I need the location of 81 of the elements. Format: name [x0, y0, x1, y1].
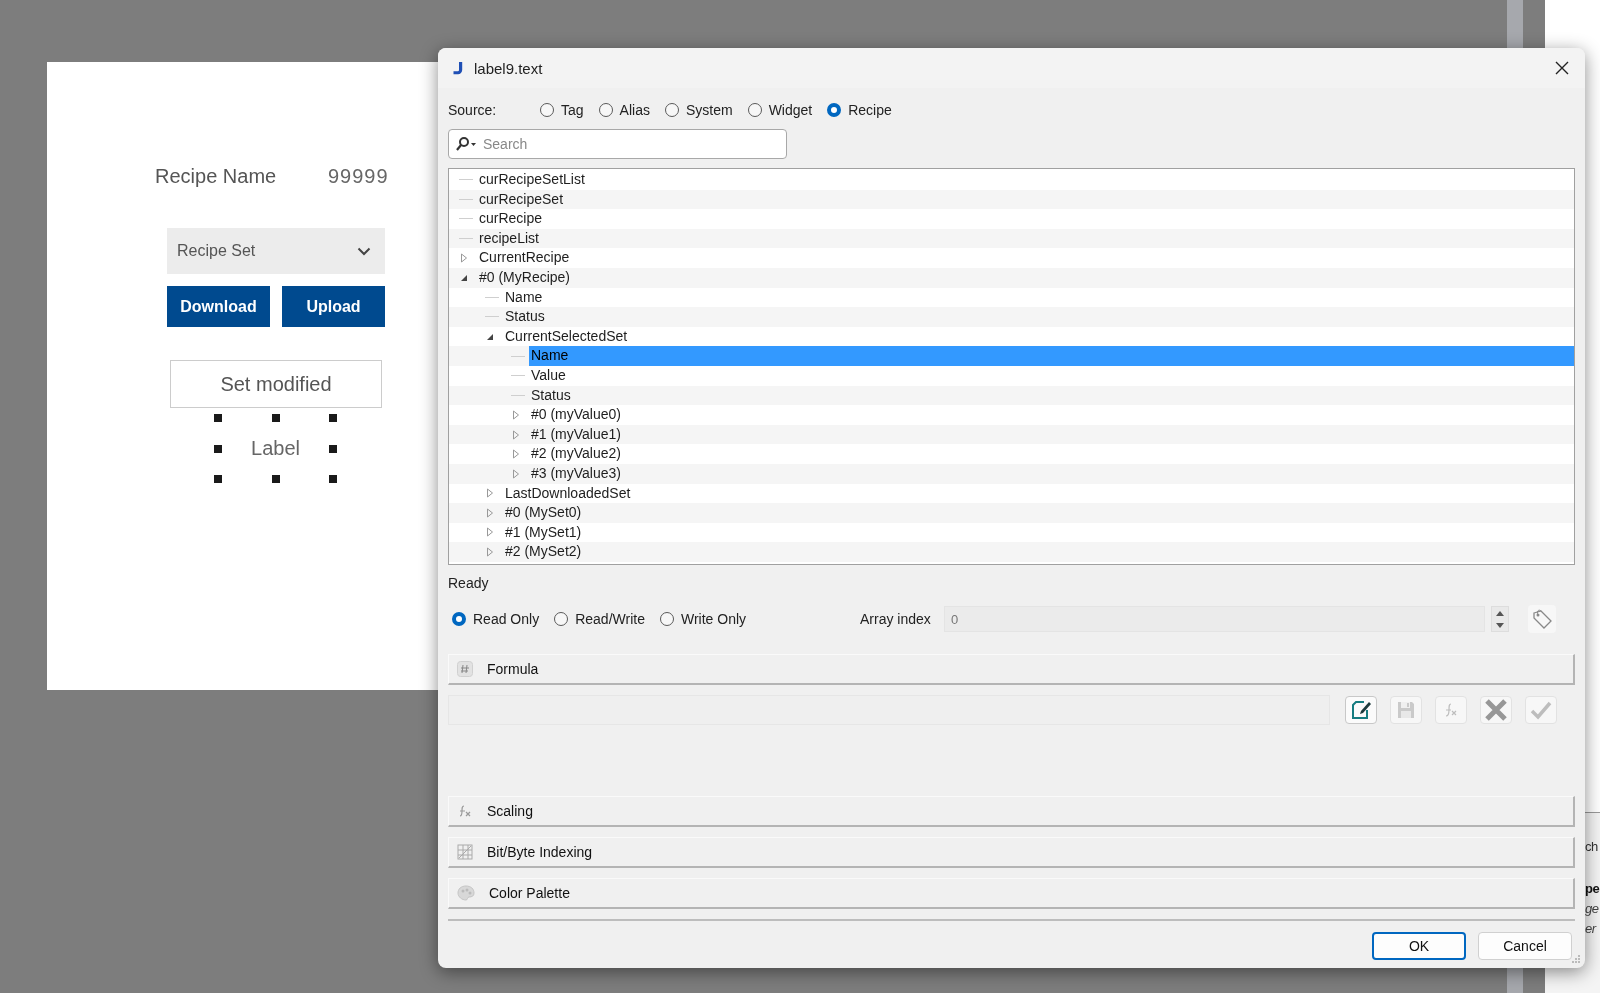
tag-button[interactable]	[1528, 605, 1557, 633]
tree-item[interactable]: Status	[449, 307, 1574, 327]
arrow-up-icon	[1496, 610, 1505, 616]
radio-button[interactable]: Tag	[540, 102, 584, 118]
search-icon	[455, 136, 477, 152]
delete-icon	[1484, 698, 1508, 722]
radio-button[interactable]: Read/Write	[554, 611, 645, 627]
tree-item[interactable]: #0 (MyRecipe)	[449, 267, 1574, 288]
radio-button[interactable]: Recipe	[827, 102, 892, 118]
tree-item[interactable]: curRecipeSet	[449, 189, 1574, 210]
tree-item[interactable]: #2 (MySet2)	[449, 542, 1574, 562]
save-icon	[1396, 700, 1416, 720]
arrow-down-icon	[1496, 622, 1505, 628]
status-text: Ready	[448, 574, 490, 592]
selection-handle[interactable]	[214, 444, 222, 453]
tree-item[interactable]: #1 (myValue1)	[449, 424, 1574, 445]
tree-item[interactable]: #0 (myValue0)	[449, 405, 1574, 425]
label-widget[interactable]: Label	[251, 437, 300, 460]
tree-item[interactable]: CurrentSelectedSet	[449, 326, 1574, 347]
status-box: Set modified	[170, 360, 382, 408]
tree-item[interactable]: Value	[449, 365, 1574, 386]
tree-item[interactable]: Name	[449, 346, 1574, 366]
action-button[interactable]: Download	[167, 286, 270, 327]
section-header[interactable]: Scaling	[448, 796, 1575, 827]
selection-handle[interactable]	[329, 475, 337, 483]
palette-icon	[457, 885, 475, 901]
close-icon	[1554, 60, 1570, 76]
tree-item[interactable]: #3 (myValue3)	[449, 463, 1574, 484]
section-title: Scaling	[487, 803, 533, 819]
tree-item[interactable]: Status	[449, 385, 1574, 406]
tree-item[interactable]: Name	[449, 287, 1574, 308]
recipe-set-dropdown[interactable]: Recipe Set	[167, 228, 385, 274]
array-index-field[interactable]: 0	[944, 606, 1486, 632]
section-title: Formula	[487, 661, 539, 677]
selection-handle[interactable]	[271, 475, 280, 483]
array-index-label: Array index	[860, 611, 932, 627]
grid-icon	[457, 844, 473, 860]
selection-handle[interactable]	[214, 475, 222, 483]
radio-button[interactable]: Widget	[747, 102, 813, 118]
section-title: Bit/Byte Indexing	[487, 844, 593, 860]
section-header[interactable]: Bit/Byte Indexing	[448, 837, 1575, 868]
search-field[interactable]: Search	[448, 129, 787, 159]
source-label: Source:	[448, 102, 498, 118]
tree-item[interactable]: #0 (MySet0)	[449, 503, 1574, 523]
selection-handle[interactable]	[329, 414, 337, 422]
spin-down-button[interactable]	[1492, 619, 1509, 631]
selection-handle[interactable]	[271, 414, 280, 422]
spin-up-button[interactable]	[1492, 607, 1509, 619]
function-icon	[457, 803, 473, 819]
dialog-button[interactable]: Cancel	[1478, 932, 1572, 960]
tree-item[interactable]: curRecipe	[449, 209, 1574, 229]
section-title: Color Palette	[489, 885, 570, 901]
selection-handle[interactable]	[329, 444, 337, 453]
text-fragment: ch	[1585, 838, 1598, 856]
chevron-down-icon	[357, 246, 371, 256]
tree-item[interactable]: curRecipeSetList	[449, 170, 1574, 190]
resize-grip-icon	[1571, 954, 1581, 964]
section-header[interactable]: Color Palette	[448, 878, 1575, 909]
edit-icon	[1350, 699, 1372, 721]
tool-button[interactable]	[1345, 696, 1377, 724]
radio-button[interactable]: Read Only	[452, 611, 540, 627]
selection-handle[interactable]	[214, 414, 222, 422]
section-header[interactable]: Formula	[448, 654, 1575, 685]
tree-item[interactable]: CurrentRecipe	[449, 248, 1574, 268]
radio-button[interactable]: System	[664, 102, 733, 118]
text-fragment: ge	[1585, 900, 1599, 918]
tree-item[interactable]: recipeList	[449, 228, 1574, 249]
tag-icon	[1531, 608, 1554, 630]
tree-item[interactable]: #2 (myValue2)	[449, 444, 1574, 464]
tree-item[interactable]: #1 (MySet1)	[449, 522, 1574, 543]
recipe-name-value: 99999	[328, 164, 389, 188]
dialog-button[interactable]: OK	[1372, 932, 1466, 960]
radio-button[interactable]: Write Only	[659, 611, 747, 627]
text-fragment: pe	[1585, 880, 1600, 898]
text-fragment: er	[1585, 920, 1596, 938]
tree-item[interactable]: LastDownloadedSet	[449, 483, 1574, 504]
window-title: label9.text	[474, 59, 544, 77]
recipe-name-label: Recipe Name	[155, 164, 278, 188]
action-button[interactable]: Upload	[282, 286, 385, 327]
hash-icon	[457, 661, 473, 677]
radio-button[interactable]: Alias	[598, 102, 650, 118]
